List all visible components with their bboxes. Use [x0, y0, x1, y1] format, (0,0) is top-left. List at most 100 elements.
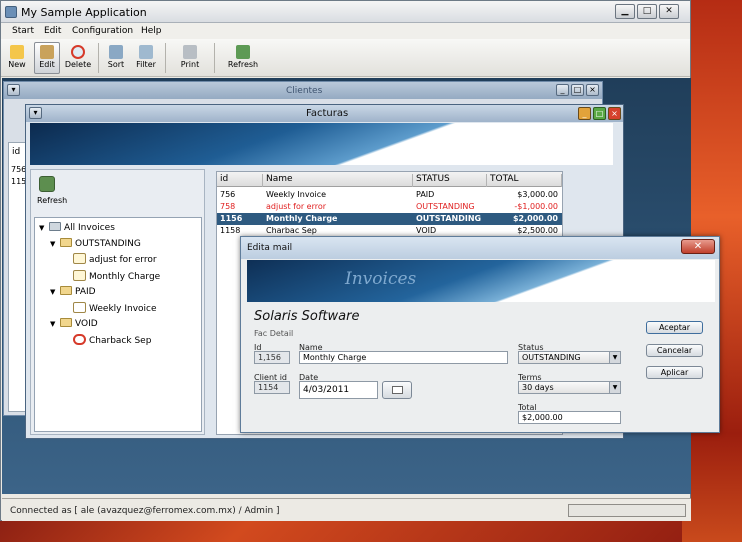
cell-total: $2,500.00 [517, 226, 558, 235]
clientes-title: Clientes [286, 86, 323, 96]
minimize-button[interactable]: ▁ [615, 4, 635, 19]
window-menu-icon[interactable]: ▾ [29, 107, 42, 119]
company-title: Solaris Software [254, 309, 360, 324]
new-button[interactable]: New [5, 42, 29, 74]
table-row[interactable]: 758 adjust for error OUTSTANDING -$1,000… [217, 201, 562, 213]
tree-folder-paid[interactable]: ▼ PAID [50, 286, 96, 297]
expand-toggle-icon[interactable]: ▼ [39, 224, 47, 232]
menu-configuration[interactable]: Configuration [72, 26, 133, 36]
app-title: My Sample Application [21, 6, 147, 19]
tree-item[interactable]: Monthly Charge [73, 270, 160, 282]
id-field: 1,156 [254, 351, 290, 364]
sort-icon [109, 45, 123, 59]
facturas-title: Facturas [306, 108, 349, 119]
refresh-icon [236, 45, 250, 59]
column-header-status[interactable]: STATUS [413, 174, 487, 187]
menu-edit[interactable]: Edit [44, 26, 61, 36]
table-row-selected[interactable]: 1156 Monthly Charge OUTSTANDING $2,000.0… [217, 213, 562, 225]
cancelar-button[interactable]: Cancelar [646, 344, 703, 357]
expand-toggle-icon[interactable]: ▼ [50, 288, 58, 296]
edit-button[interactable]: Edit [34, 42, 60, 74]
status-text: Connected as [ ale (avazquez@ferromex.co… [10, 506, 280, 516]
tree-root[interactable]: ▼ All Invoices [39, 222, 115, 233]
tree-item[interactable]: Charback Sep [73, 334, 151, 346]
expand-toggle-icon[interactable]: ▼ [50, 240, 58, 248]
minimize-icon[interactable]: _ [578, 107, 591, 120]
tree-item[interactable]: adjust for error [73, 253, 157, 265]
close-button[interactable]: ✕ [681, 239, 715, 254]
filter-icon [139, 45, 153, 59]
status-select[interactable]: OUTSTANDING ▼ [518, 351, 621, 364]
tree-folder-outstanding[interactable]: ▼ OUTSTANDING [50, 238, 141, 249]
folder-icon [49, 222, 61, 231]
delete-button[interactable]: Delete [63, 42, 93, 74]
pencil-icon [40, 45, 54, 59]
cell-name: adjust for error [266, 202, 327, 211]
document-star-icon [73, 270, 86, 281]
total-field[interactable]: $2,000.00 [518, 411, 621, 424]
star-icon [10, 45, 24, 59]
dropdown-arrow-icon[interactable]: ▼ [609, 352, 620, 363]
sort-button[interactable]: Sort [104, 42, 128, 74]
refresh-button[interactable]: Refresh [223, 42, 263, 74]
section-label: Fac Detail [254, 329, 294, 338]
aplicar-button[interactable]: Aplicar [646, 366, 703, 379]
close-button[interactable]: ✕ [659, 4, 679, 19]
filter-button[interactable]: Filter [132, 42, 160, 74]
clientes-title-bar[interactable]: ▾ Clientes _ □ × [4, 82, 602, 99]
cell-total: $2,000.00 [512, 214, 558, 223]
dropdown-arrow-icon[interactable]: ▼ [609, 382, 620, 393]
folder-icon [60, 286, 72, 295]
menu-bar: Start Edit Configuration Help [1, 23, 690, 39]
cell-id: 758 [220, 202, 236, 211]
table-cell: 756 [11, 165, 27, 174]
maximize-button[interactable]: □ [637, 4, 657, 19]
column-header-total[interactable]: TOTAL [487, 174, 562, 187]
document-star-icon [73, 253, 86, 264]
folder-icon [60, 238, 72, 247]
maximize-icon[interactable]: □ [571, 84, 584, 96]
name-field[interactable]: Monthly Charge [299, 351, 508, 364]
refresh-icon[interactable] [39, 176, 55, 192]
dialog-title: Edita mail [247, 243, 293, 253]
progress-bar [568, 504, 686, 517]
facturas-title-bar[interactable]: ▾ Facturas _ □ × [26, 105, 623, 122]
split-pane-divider[interactable] [206, 285, 210, 305]
table-header-id: id [12, 147, 21, 157]
expand-toggle-icon[interactable]: ▼ [50, 320, 58, 328]
close-icon[interactable]: × [608, 107, 621, 120]
tree-item[interactable]: Weekly Invoice [73, 302, 157, 314]
dialog-title-bar[interactable]: Edita mail ✕ [241, 237, 719, 259]
table-row[interactable]: 756 Weekly Invoice PAID $3,000.00 [217, 189, 562, 201]
cell-total: $3,000.00 [517, 190, 558, 199]
print-button[interactable]: Print [174, 42, 206, 74]
maximize-icon[interactable]: □ [593, 107, 606, 120]
cell-id: 1158 [220, 226, 241, 235]
cell-status: OUTSTANDING [416, 202, 475, 211]
app-icon [5, 6, 17, 18]
window-menu-icon[interactable]: ▾ [7, 84, 20, 96]
column-header-id[interactable]: id [217, 174, 263, 187]
minimize-icon[interactable]: _ [556, 84, 569, 96]
column-header-name[interactable]: Name [263, 174, 413, 187]
date-field[interactable]: 4/03/2011 [299, 381, 378, 399]
document-pencil-icon [73, 302, 86, 313]
title-bar: My Sample Application ▁ □ ✕ [1, 1, 690, 23]
edit-dialog[interactable]: Edita mail ✕ Invoices Solaris Software F… [240, 236, 720, 433]
toolbar-separator [165, 43, 166, 73]
calendar-button[interactable] [382, 381, 412, 399]
tree-folder-void[interactable]: ▼ VOID [50, 318, 98, 329]
tree-refresh-label[interactable]: Refresh [37, 196, 67, 205]
cell-name: Weekly Invoice [266, 190, 327, 199]
void-icon [73, 334, 86, 345]
cell-status: OUTSTANDING [416, 214, 482, 223]
menu-start[interactable]: Start [12, 26, 34, 36]
tree-pane: Refresh ▼ All Invoices ▼ OUTSTANDING adjus… [30, 169, 205, 435]
aceptar-button[interactable]: Aceptar [646, 321, 703, 334]
menu-help[interactable]: Help [141, 26, 162, 36]
toolbar-separator [214, 43, 215, 73]
banner-title: Invoices [345, 269, 417, 289]
terms-select[interactable]: 30 days ▼ [518, 381, 621, 394]
close-icon[interactable]: × [586, 84, 599, 96]
client-id-field: 1154 [254, 381, 290, 394]
